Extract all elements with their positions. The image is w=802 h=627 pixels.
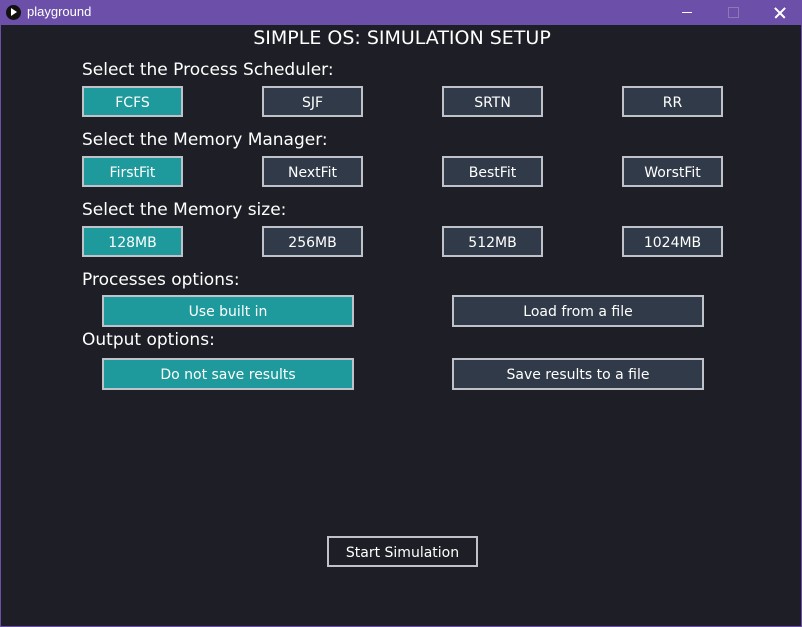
scheduler-label: Select the Process Scheduler:	[82, 60, 334, 80]
scheduler-option-srtn[interactable]: SRTN	[442, 86, 543, 117]
memory-manager-label: Select the Memory Manager:	[82, 130, 328, 150]
title-bar[interactable]: playground	[1, 0, 802, 25]
memory-size-option-512mb[interactable]: 512MB	[442, 226, 543, 257]
memory-manager-option-worstfit[interactable]: WorstFit	[622, 156, 723, 187]
memory-size-option-256mb[interactable]: 256MB	[262, 226, 363, 257]
do-not-save-results-button[interactable]: Do not save results	[102, 358, 354, 390]
processes-options-label: Processes options:	[82, 270, 240, 290]
memory-size-label: Select the Memory size:	[82, 200, 287, 220]
scheduler-option-rr[interactable]: RR	[622, 86, 723, 117]
memory-size-option-128mb[interactable]: 128MB	[82, 226, 183, 257]
maximize-icon[interactable]	[710, 0, 756, 25]
app-window: playground SIMPLE OS: SIMULATION SETUP S…	[0, 0, 802, 627]
scheduler-option-fcfs[interactable]: FCFS	[82, 86, 183, 117]
save-results-to-file-button[interactable]: Save results to a file	[452, 358, 704, 390]
window-title: playground	[27, 4, 92, 19]
start-simulation-button[interactable]: Start Simulation	[327, 536, 478, 567]
app-play-icon	[6, 5, 21, 20]
memory-manager-option-firstfit[interactable]: FirstFit	[82, 156, 183, 187]
load-from-file-button[interactable]: Load from a file	[452, 295, 704, 327]
close-icon[interactable]	[756, 0, 802, 25]
memory-manager-option-bestfit[interactable]: BestFit	[442, 156, 543, 187]
memory-size-option-1024mb[interactable]: 1024MB	[622, 226, 723, 257]
memory-manager-option-nextfit[interactable]: NextFit	[262, 156, 363, 187]
page-title: SIMPLE OS: SIMULATION SETUP	[253, 27, 551, 49]
use-built-in-button[interactable]: Use built in	[102, 295, 354, 327]
output-options-label: Output options:	[82, 330, 215, 350]
scheduler-option-sjf[interactable]: SJF	[262, 86, 363, 117]
minimize-icon[interactable]	[664, 0, 710, 25]
